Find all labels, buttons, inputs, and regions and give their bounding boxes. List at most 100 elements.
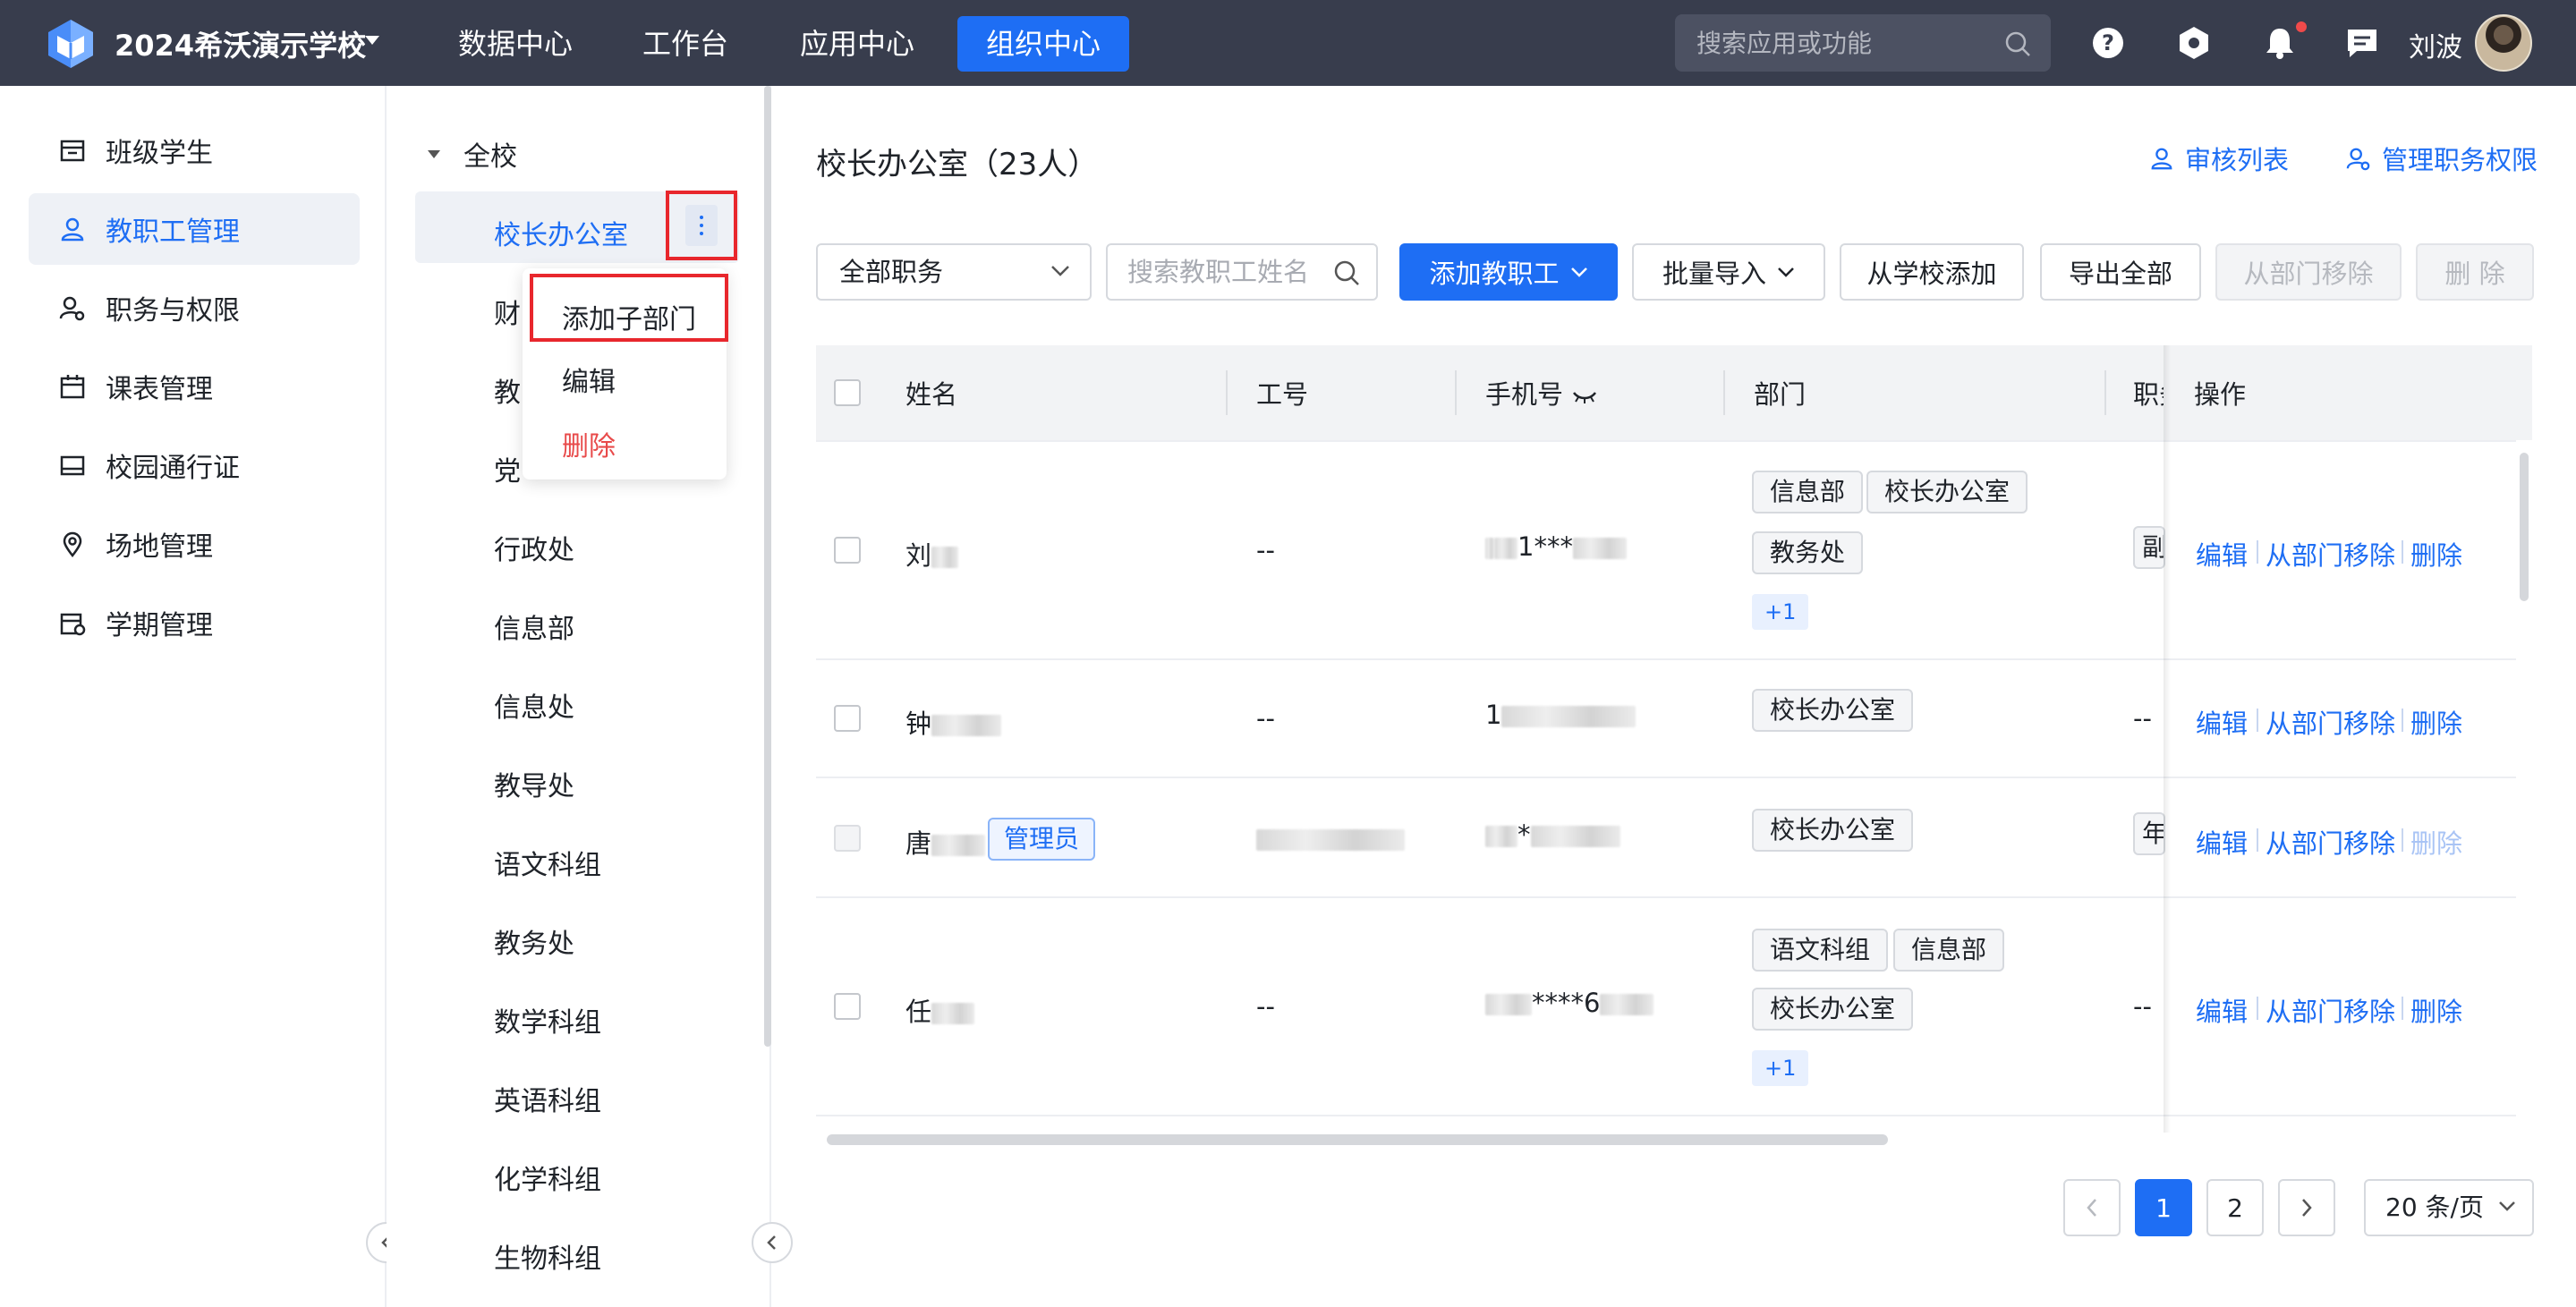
staff-search-input[interactable] [1127,245,1333,299]
add-staff-button[interactable]: 添加教职工 [1399,243,1618,301]
review-list-link[interactable]: 审核列表 [2149,140,2289,177]
action-divider [2257,828,2258,852]
school-logo-icon [48,20,93,68]
tree-item[interactable]: 行政处 [494,528,574,567]
export-all-button[interactable]: 导出全部 [2040,243,2201,301]
tree-item[interactable]: 教 [494,370,521,410]
nav-workbench[interactable]: 工作台 [614,16,757,72]
message-icon[interactable] [2344,25,2380,61]
eye-closed-icon[interactable] [1571,387,1598,405]
tree-item-principal-office[interactable]: 校长办公室 [494,213,628,252]
remove-from-dept-button[interactable]: 从部门移除 [2215,243,2402,301]
row-3-name: 唐 [905,823,986,861]
row-1-edit-link[interactable]: 编辑 [2196,535,2248,573]
th-job-no: 工号 [1256,379,1309,410]
sidebar-item-term[interactable]: 学期管理 [29,587,360,658]
sidebar-item-venue[interactable]: 场地管理 [29,508,360,580]
tree-item[interactable]: 数学科组 [494,1000,601,1040]
tree-root[interactable]: 全校 [428,134,517,174]
row-checkbox-disabled[interactable] [834,825,861,852]
add-from-school-button[interactable]: 从学校添加 [1840,243,2024,301]
page-size-select[interactable]: 20 条/页 [2364,1179,2534,1236]
sidebar-item-timetable[interactable]: 课表管理 [29,351,360,422]
row-3-remove-link[interactable]: 从部门移除 [2266,823,2395,861]
tree-item[interactable]: 英语科组 [494,1079,601,1118]
row-3-phone: * [1485,819,1620,850]
nav-app-center[interactable]: 应用中心 [771,16,943,72]
tree-collapse-button[interactable] [752,1222,793,1263]
tree-item[interactable]: 教务处 [494,921,574,961]
row-4-delete-link[interactable]: 删除 [2410,991,2462,1029]
next-page-button[interactable] [2278,1179,2335,1236]
sidebar-item-campus-pass[interactable]: 校园通行证 [29,429,360,501]
avatar[interactable] [2475,14,2532,72]
row-1-remove-link[interactable]: 从部门移除 [2266,535,2395,573]
table-vertical-scrollbar[interactable] [2520,453,2529,601]
user-name[interactable]: 刘波 [2409,25,2462,64]
row-checkbox[interactable] [834,993,861,1020]
tree-item[interactable]: 党 [494,449,521,488]
more-depts-badge[interactable]: +1 [1752,1050,1809,1086]
chevron-down-icon [2499,1201,2515,1211]
row-4-remove-link[interactable]: 从部门移除 [2266,991,2395,1029]
tree-item[interactable]: 信息处 [494,685,574,725]
tree-item[interactable]: 教导处 [494,764,574,803]
tree-item[interactable]: 信息部 [494,607,574,646]
row-3-delete-link-disabled[interactable]: 删除 [2410,823,2462,861]
sidebar-item-roles-permissions[interactable]: 职务与权限 [29,272,360,344]
select-all-checkbox[interactable] [834,379,861,406]
menu-delete[interactable]: 删除 [562,424,616,463]
nav-org-center[interactable]: 组织中心 [957,16,1130,72]
dept-tag: 校长办公室 [1866,471,2028,513]
sidebar-item-label: 校园通行证 [106,453,240,484]
row-checkbox[interactable] [834,537,861,564]
row-2-delete-link[interactable]: 删除 [2410,703,2462,741]
help-icon[interactable]: ? [2090,25,2126,61]
tree-item[interactable]: 语文科组 [494,843,601,882]
row-3-edit-link[interactable]: 编辑 [2196,823,2248,861]
nav-data-center[interactable]: 数据中心 [429,16,601,72]
dept-tag: 教务处 [1752,531,1864,574]
tree-item[interactable]: 化学科组 [494,1158,601,1197]
search-icon[interactable] [2004,30,2031,57]
row-checkbox[interactable] [834,705,861,732]
caret-down-icon[interactable] [428,149,440,158]
admin-badge: 管理员 [988,818,1096,861]
column-divider [2104,370,2106,415]
page-1-button[interactable]: 1 [2135,1179,2192,1236]
position-filter-select[interactable]: 全部职务 [816,243,1092,301]
delete-button[interactable]: 删 除 [2416,243,2534,301]
sidebar-item-staff-management[interactable]: 教职工管理 [29,193,360,265]
batch-import-button[interactable]: 批量导入 [1632,243,1825,301]
page-2-button[interactable]: 2 [2206,1179,2264,1236]
row-1-delete-link[interactable]: 删除 [2410,535,2462,573]
staff-search[interactable] [1106,243,1378,301]
menu-edit[interactable]: 编辑 [562,360,616,399]
global-search-input[interactable] [1696,14,1992,72]
sidebar-item-label: 职务与权限 [106,295,240,327]
column-divider [1723,370,1725,415]
row-2-remove-link[interactable]: 从部门移除 [2266,703,2395,741]
tree-item[interactable]: 生物科组 [494,1236,601,1276]
chevron-down-icon [1051,266,1069,276]
table-horizontal-scrollbar[interactable] [827,1134,1888,1145]
action-divider [2402,540,2403,564]
tree-scrollbar[interactable] [764,86,771,1047]
chevron-left-icon [767,1235,776,1250]
global-search[interactable] [1675,14,2051,72]
tree-item[interactable]: 财 [494,292,521,331]
row-4-edit-link[interactable]: 编辑 [2196,991,2248,1029]
prev-page-button[interactable] [2063,1179,2121,1236]
search-icon[interactable] [1333,259,1360,286]
tree-item-more-button[interactable] [666,191,737,260]
school-name[interactable]: 2024希沃演示学校 [115,23,366,64]
action-divider [2402,828,2403,852]
sidebar-item-class-students[interactable]: 班级学生 [29,115,360,186]
bell-icon[interactable] [2262,25,2298,61]
settings-hexagon-icon[interactable] [2176,25,2212,61]
user-settings-icon [2346,146,2371,171]
row-2-edit-link[interactable]: 编辑 [2196,703,2248,741]
manage-permissions-link[interactable]: 管理职务权限 [2346,140,2538,177]
school-switch-caret-icon[interactable] [365,36,379,45]
more-depts-badge[interactable]: +1 [1752,594,1809,630]
